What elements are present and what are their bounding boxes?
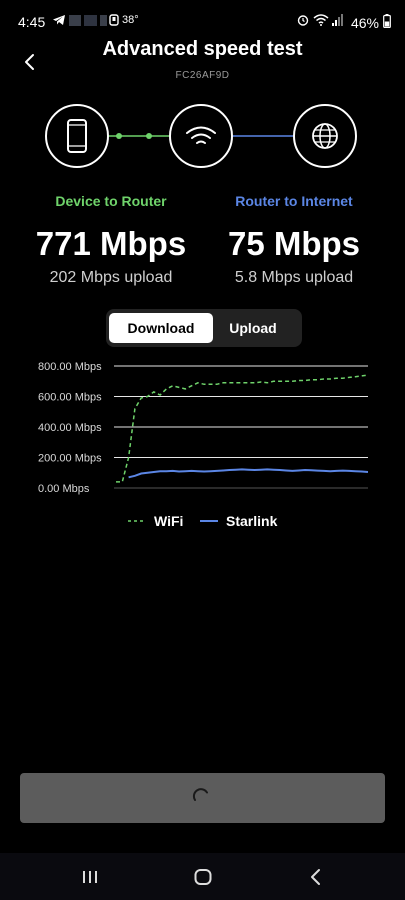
y-tick-label: 0.00 Mbps [38,483,90,495]
device-to-router-upload: 202 Mbps upload [49,269,173,286]
speed-chart: 0.00 Mbps 200.00 Mbps 400.00 Mbps 600.00 Mb… [38,361,369,495]
legend-starlink-swatch [200,520,218,522]
battery-status: 46% [351,14,391,31]
router-to-internet-upload: 5.8 Mbps upload [234,269,354,286]
direction-toggle: Download Upload [106,309,302,347]
router-to-internet-label: Router to Internet [235,193,353,209]
legend-wifi: WiFi [128,511,183,531]
wifi-signal-icon [313,13,329,27]
device-id: FC26AF9D [175,70,230,81]
notification-thumbnail-icon [100,13,107,27]
temperature: 38° [122,14,139,26]
y-tick-label: 800.00 Mbps [38,361,102,373]
battery-percent: 46% [350,14,379,31]
legend-starlink: Starlink [200,511,277,531]
wifi-icon [186,126,216,144]
notification-thumbnail-icon [84,13,97,27]
home-icon [194,869,212,885]
cell-signal-icon [332,13,344,27]
internet-node [293,104,357,168]
system-nav-bar [0,853,405,900]
y-tick-label: 600.00 Mbps [38,392,102,404]
router-internet-link [233,135,293,137]
device-to-router-label: Device to Router [55,193,167,209]
router-node [169,104,233,168]
alarm-icon [297,13,309,27]
series-line-starlink [128,468,369,479]
device-node [45,104,109,168]
back-icon [311,869,320,885]
clock: 4:45 [18,14,46,30]
mi-home-icon [109,13,119,27]
device-to-router-download: 771 Mbps [35,225,187,262]
recents-icon [83,871,97,883]
y-tick-label: 400.00 Mbps [38,422,102,434]
device-router-link [109,133,169,139]
home-button[interactable] [193,867,213,887]
start-test-button[interactable] [20,773,385,823]
legend-wifi-swatch [128,520,146,522]
battery-icon [383,14,391,31]
globe-icon [312,123,338,149]
phone-icon [67,119,87,153]
loading-spinner-icon [192,788,208,801]
legend-wifi-label: WiFi [154,513,184,529]
series-line-wifi [116,374,369,483]
telegram-icon [52,13,66,27]
legend-starlink-label: Starlink [226,513,278,529]
y-tick-label: 200.00 Mbps [38,453,102,465]
nav-back-button[interactable] [306,867,326,887]
page-title: Advanced speed test [102,38,303,60]
tab-upload[interactable]: Upload [206,313,300,343]
tab-download[interactable]: Download [109,313,213,343]
notification-thumbnail-icon [69,13,81,27]
router-to-internet-download: 75 Mbps [227,225,361,262]
recents-button[interactable] [80,867,100,887]
